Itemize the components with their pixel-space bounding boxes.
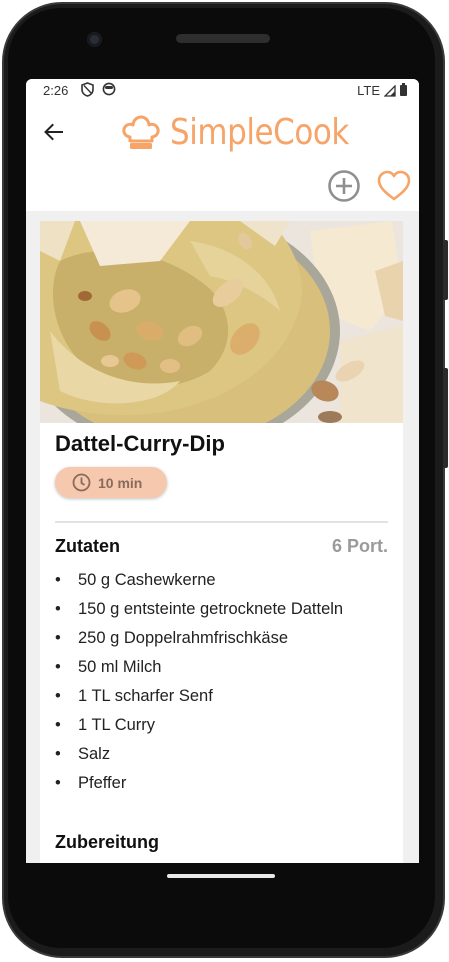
earpiece-speaker <box>176 34 270 43</box>
chef-hat-icon <box>122 115 160 149</box>
list-item: 250 g Doppelrahmfrischkäse <box>55 628 343 657</box>
heart-outline-icon <box>377 170 411 201</box>
list-item: 50 ml Milch <box>55 657 343 686</box>
clock-icon <box>72 473 91 492</box>
app-logo: SimpleCook <box>121 112 378 153</box>
portions-label[interactable]: 6 Port. <box>332 536 388 557</box>
arrow-back-icon <box>44 123 63 141</box>
battery-icon <box>400 83 407 96</box>
list-item: 150 g entsteinte getrocknete Datteln <box>55 599 343 628</box>
status-right: LTE <box>357 83 407 98</box>
front-camera <box>87 32 102 47</box>
back-button[interactable] <box>40 119 66 145</box>
status-bar: 2:26 LTE <box>26 79 419 103</box>
app-bar: SimpleCook <box>26 103 419 211</box>
ingredients-heading: Zutaten <box>55 536 120 556</box>
shield-icon <box>81 82 94 97</box>
recipe-card: Dattel-Curry-Dip 10 min Zutaten 6 Port. … <box>40 221 403 863</box>
hummus-with-nuts-photo <box>40 221 403 423</box>
list-item: 50 g Cashewkerne <box>55 570 343 599</box>
status-time: 2:26 <box>43 83 69 98</box>
time-label: 10 min <box>98 474 143 491</box>
list-item: 1 TL scharfer Senf <box>55 686 343 715</box>
app-title: SimpleCook <box>170 112 349 153</box>
network-type: LTE <box>357 83 380 98</box>
status-left-icons <box>81 82 116 97</box>
add-circle-icon <box>328 170 360 202</box>
time-chip: 10 min <box>55 467 167 498</box>
power-button <box>443 240 448 300</box>
face-icon <box>102 82 116 96</box>
app-screen: 2:26 LTE SimpleCook Dattel-Curry-Dip 10 … <box>26 79 419 863</box>
home-indicator[interactable] <box>167 874 275 878</box>
list-item: Salz <box>55 744 343 773</box>
list-item: 1 TL Curry <box>55 715 343 744</box>
add-recipe-button[interactable] <box>327 169 361 203</box>
recipe-image <box>40 221 403 423</box>
signal-icon <box>384 84 396 97</box>
volume-button <box>443 368 448 468</box>
list-item: Pfeffer <box>55 773 343 802</box>
divider <box>55 521 388 523</box>
phone-frame: 2:26 LTE SimpleCook Dattel-Curry-Dip 10 … <box>0 0 449 962</box>
recipe-title: Dattel-Curry-Dip <box>55 431 225 456</box>
ingredients-list: 50 g Cashewkerne 150 g entsteinte getroc… <box>55 570 343 802</box>
preparation-heading: Zubereitung <box>55 832 159 852</box>
favorite-button[interactable] <box>376 169 412 203</box>
